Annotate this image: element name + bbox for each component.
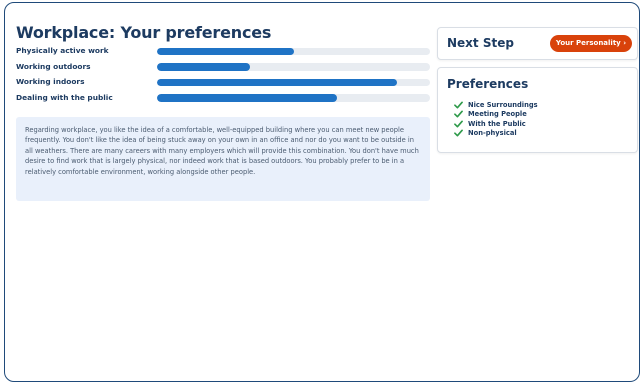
bar-label: Working indoors <box>16 77 85 86</box>
check-icon <box>454 110 463 118</box>
your-personality-label: Your Personality <box>555 39 621 47</box>
bar-label: Working outdoors <box>16 61 91 71</box>
your-personality-button[interactable]: Your Personality › <box>550 35 632 52</box>
preference-label: Nice Surroundings <box>468 100 538 109</box>
bar-row: Dealing with the public <box>16 93 430 109</box>
bar-row: Physically active work <box>16 46 430 62</box>
bar-fill <box>157 78 398 86</box>
bar-fill <box>157 47 294 55</box>
bar-row: Working outdoors <box>16 62 430 78</box>
list-item: Non-physical <box>454 129 538 139</box>
list-item: Meeting People <box>454 110 538 120</box>
bar-track <box>157 78 430 86</box>
preference-label: Meeting People <box>468 110 527 119</box>
bar-track <box>157 63 430 71</box>
bar-label: Physically active work <box>16 46 109 55</box>
page-title: Workplace: Your preferences <box>16 23 272 42</box>
preferences-card: Preferences Nice Surroundings Meeting Pe… <box>437 67 638 153</box>
bar-fill <box>157 94 338 102</box>
check-icon <box>454 120 463 128</box>
list-item: With the Public <box>454 119 538 129</box>
description-panel: Regarding workplace, you like the idea o… <box>16 117 430 201</box>
preference-label: With the Public <box>468 119 526 128</box>
preferences-list: Nice Surroundings Meeting People With th… <box>454 100 538 138</box>
bar-track <box>157 47 430 55</box>
bar-track <box>157 94 430 102</box>
bar-label: Dealing with the public <box>16 92 113 102</box>
preference-label: Non-physical <box>468 129 517 138</box>
list-item: Nice Surroundings <box>454 100 538 110</box>
next-step-card: Next Step Your Personality › <box>437 27 638 60</box>
bar-fill <box>157 63 250 71</box>
preferences-heading: Preferences <box>447 77 529 91</box>
check-icon <box>454 101 463 109</box>
chevron-right-icon: › <box>623 39 627 47</box>
preference-bars: Physically active work Working outdoors … <box>16 46 430 108</box>
check-icon <box>454 129 463 137</box>
next-step-heading: Next Step <box>447 36 514 50</box>
bar-row: Working indoors <box>16 77 430 93</box>
